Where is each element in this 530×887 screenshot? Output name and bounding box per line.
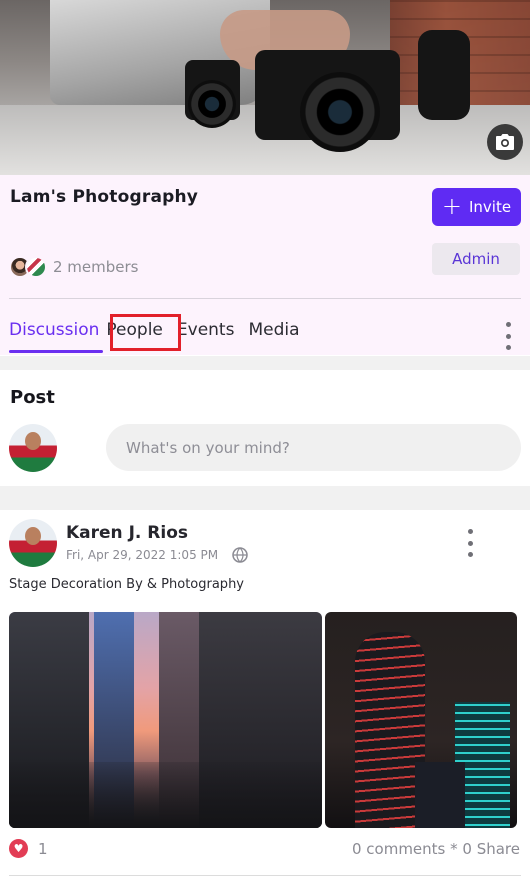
member-avatar bbox=[25, 256, 47, 278]
tab-discussion[interactable]: Discussion bbox=[9, 316, 99, 344]
change-cover-button[interactable] bbox=[487, 124, 523, 160]
invite-button[interactable]: + Invite bbox=[432, 188, 521, 226]
composer-placeholder: What's on your mind? bbox=[126, 438, 290, 457]
post-stats[interactable]: 0 comments * 0 Share bbox=[352, 840, 520, 858]
reaction-count: 1 bbox=[38, 839, 48, 858]
cover-photo bbox=[0, 0, 530, 175]
post-reactions[interactable]: ♥ 1 bbox=[9, 839, 48, 858]
post-timestamp: Fri, Apr 29, 2022 1:05 PM bbox=[66, 548, 219, 562]
camera-icon bbox=[496, 134, 514, 150]
admin-button[interactable]: Admin bbox=[432, 243, 520, 275]
tabs-more-button[interactable] bbox=[500, 322, 516, 350]
section-separator bbox=[0, 356, 530, 370]
members-count: 2 members bbox=[53, 258, 139, 276]
cover-camera-lens bbox=[300, 72, 380, 152]
post-more-button[interactable] bbox=[463, 529, 477, 557]
people-tab-highlight bbox=[110, 314, 181, 351]
post-photo-tower-night[interactable] bbox=[325, 612, 517, 828]
post-meta: Fri, Apr 29, 2022 1:05 PM bbox=[66, 547, 248, 563]
composer-title: Post bbox=[10, 387, 55, 408]
tab-media[interactable]: Media bbox=[248, 316, 299, 344]
members-summary[interactable]: 2 members bbox=[9, 256, 139, 278]
post-author-name[interactable]: Karen J. Rios bbox=[66, 523, 188, 543]
more-vertical-icon bbox=[505, 322, 511, 327]
cover-lens-right bbox=[418, 30, 470, 120]
post-author-avatar[interactable] bbox=[9, 519, 57, 567]
avatar bbox=[9, 424, 57, 472]
post-composer-input[interactable]: What's on your mind? bbox=[106, 424, 521, 471]
post-photo-city-street[interactable] bbox=[9, 612, 322, 828]
globe-icon bbox=[232, 547, 248, 563]
plus-icon: + bbox=[441, 192, 462, 220]
post-caption: Stage Decoration By & Photography bbox=[9, 577, 244, 592]
header-divider bbox=[9, 298, 521, 299]
more-vertical-icon bbox=[467, 529, 473, 534]
tab-events[interactable]: Events bbox=[177, 316, 235, 344]
post-divider bbox=[9, 875, 521, 876]
active-tab-indicator bbox=[9, 350, 103, 353]
heart-icon: ♥ bbox=[9, 839, 28, 858]
invite-label: Invite bbox=[469, 198, 512, 216]
group-name: Lam's Photography bbox=[10, 187, 199, 207]
cover-lens-left-glass bbox=[188, 80, 236, 128]
section-separator bbox=[0, 486, 530, 510]
